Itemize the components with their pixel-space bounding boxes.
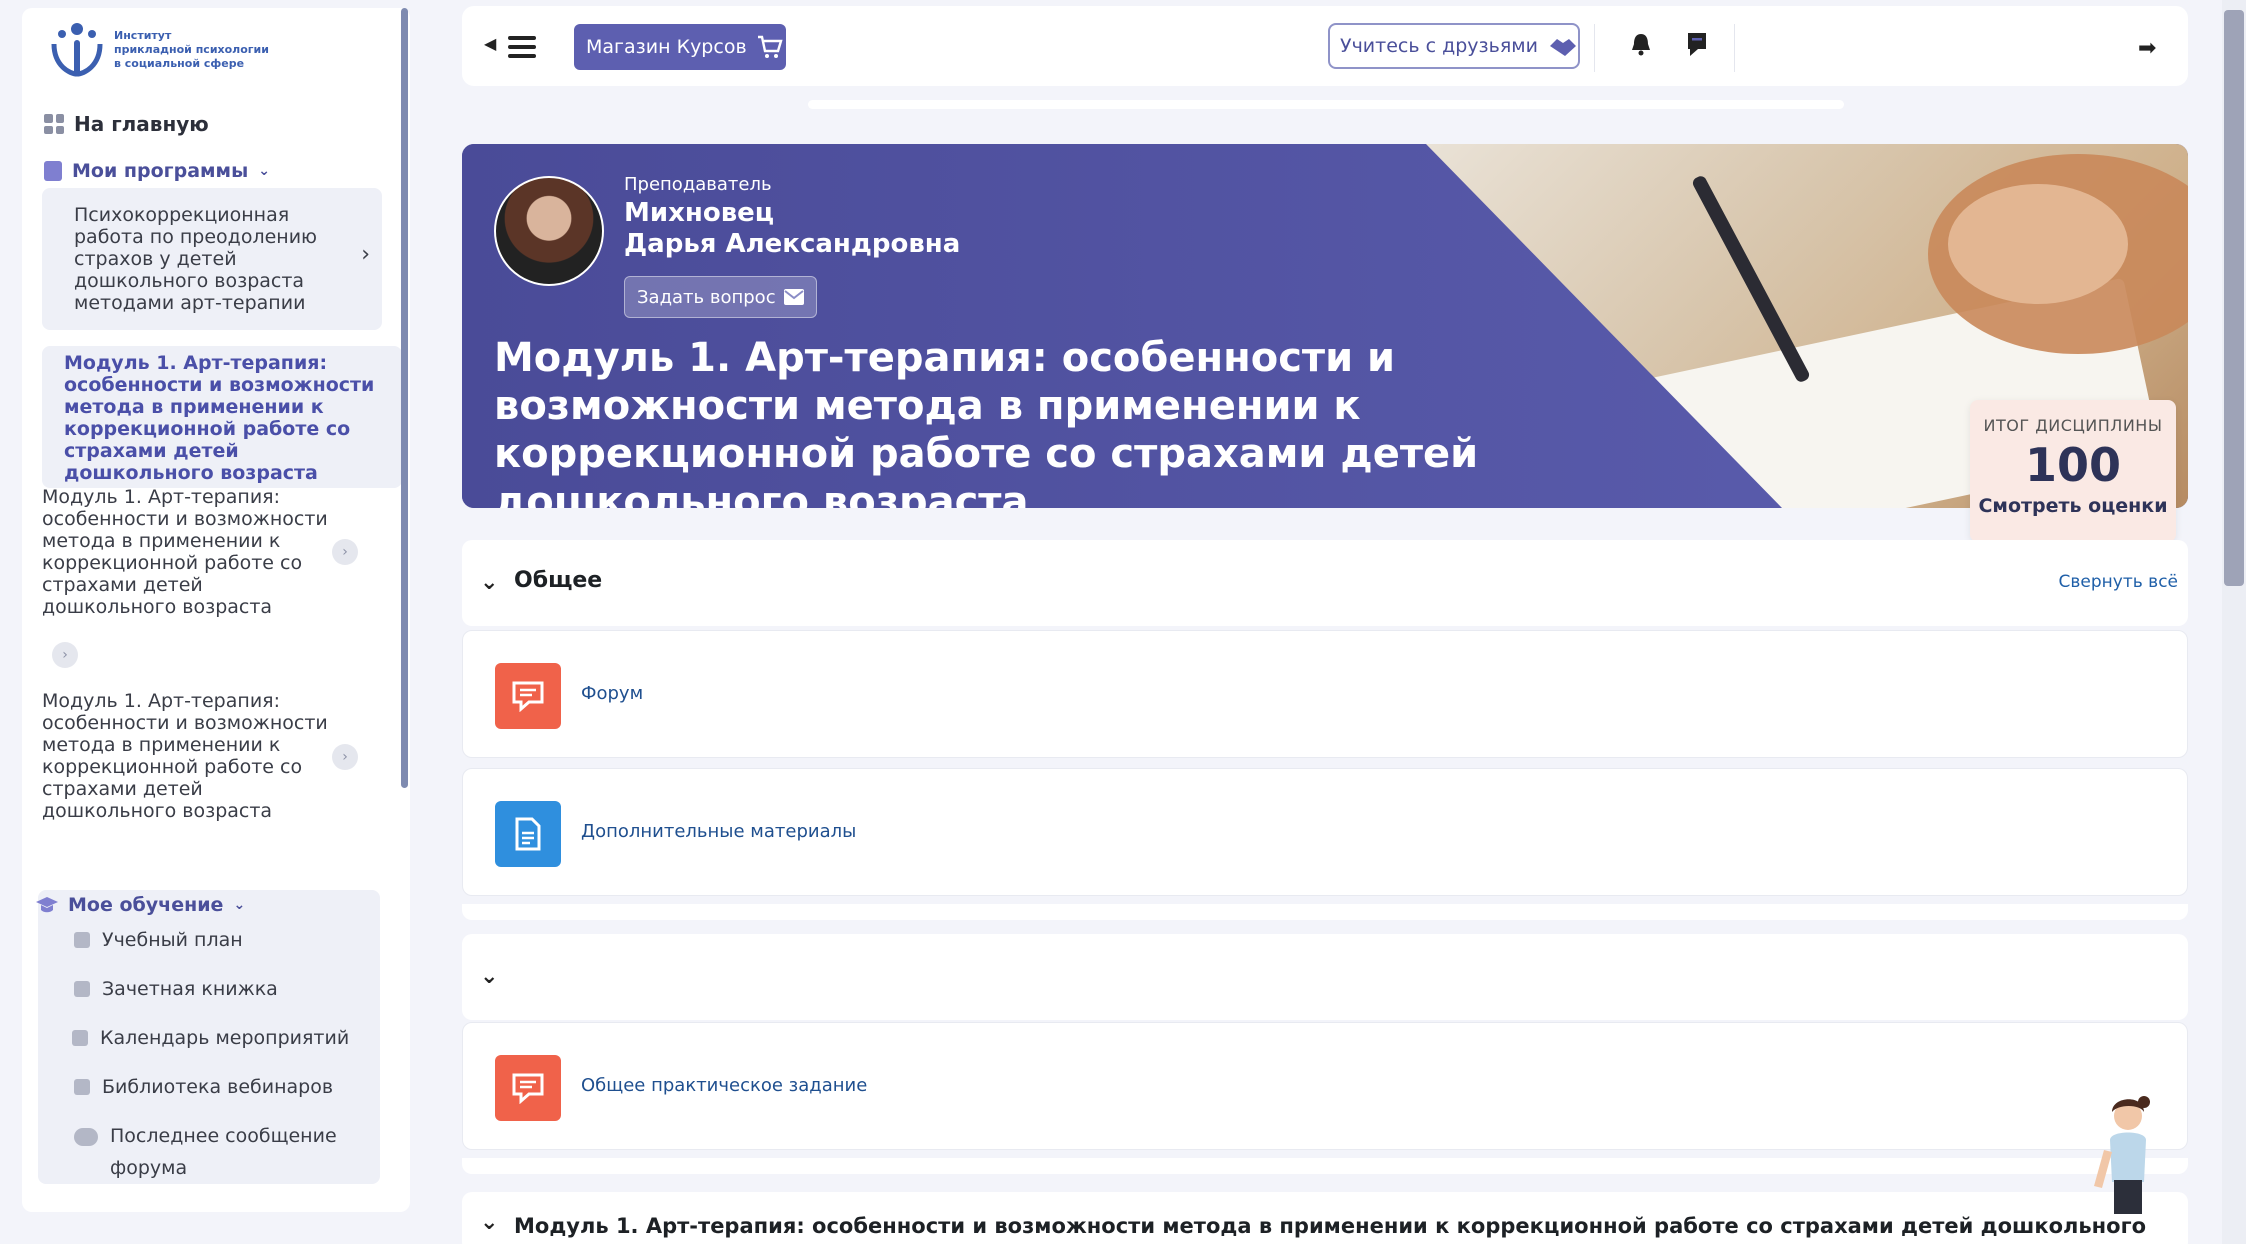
expand-module-button[interactable]: › [52,642,78,668]
activity-forum[interactable]: Форум [462,630,2188,758]
module-item-active[interactable]: Модуль 1. Арт-терапия: особенности и воз… [42,346,402,488]
discipline-grade-card[interactable]: ИТОГ ДИСЦИПЛИНЫ 100 Смотреть оценки [1970,400,2176,542]
progress-track [808,100,1844,109]
nav-home-label: На главную [74,112,209,136]
my-learning-panel: Мое обучение ⌄ Учебный план Зачетная кни… [36,890,380,1184]
section-footer [462,904,2188,920]
section-footer [462,1158,2188,1174]
webinar-library-icon [74,1079,90,1095]
nav-home-link[interactable]: На главную [44,112,209,136]
handshake-icon [1549,39,1576,56]
graduation-cap-icon [36,897,58,913]
collapse-sidebar-icon[interactable]: ◀ [484,34,496,53]
learning-item-plan[interactable]: Учебный план [74,924,243,956]
book-icon [44,161,62,181]
assistant-character-icon[interactable] [2090,1090,2160,1220]
ask-question-button[interactable]: Задать вопрос [624,276,817,318]
module-item-label: Модуль 1. Арт-терапия: особенности и воз… [42,690,328,822]
learn-with-friends-button[interactable]: Учитесь с друзьями [1328,23,1580,69]
module-active-label: Модуль 1. Арт-терапия: особенности и воз… [64,352,375,484]
logo-line: в социальной сфере [114,57,245,70]
section-general-title: Общее [514,568,603,593]
separator [1594,24,1595,72]
cart-icon [757,35,783,58]
collapse-all-link[interactable]: Свернуть всё [2059,572,2178,592]
logo-line: прикладной психологии [114,43,269,56]
course-shop-label: Магазин Курсов [586,36,747,58]
logo-text: Институт прикладной психологии в социаль… [114,29,269,71]
logo-icon [51,23,103,77]
plan-icon [74,932,90,948]
grade-value: 100 [2024,438,2122,492]
my-learning-label: Мое обучение [68,894,224,916]
my-learning-toggle[interactable]: Мое обучение ⌄ [36,894,245,916]
activity-materials-link[interactable]: Дополнительные материалы [581,821,856,842]
chat-icon [74,1128,98,1146]
gradebook-icon [74,981,90,997]
my-programs-toggle[interactable]: Мои программы ⌄ [44,160,270,182]
view-grades-link[interactable]: Смотреть оценки [1970,495,2176,517]
program-card-label: Психокоррекционная работа по преодолению… [74,204,318,314]
document-icon [495,801,561,867]
menu-icon[interactable] [508,36,536,58]
grade-label: ИТОГ ДИСЦИПЛИНЫ [1983,416,2163,435]
chevron-down-icon[interactable]: ⌄ [480,570,498,595]
section-general-header[interactable]: ⌄ Общее Свернуть всё [462,540,2188,626]
teacher-avatar [494,176,604,286]
learning-item-forum-message[interactable]: Последнее сообщение форума [74,1120,364,1184]
sidebar-scrollbar[interactable] [401,8,408,788]
module-item[interactable]: Модуль 1. Арт-терапия: особенности и воз… [42,486,332,618]
teacher-name: Михновец Дарья Александровна [624,198,960,260]
page-scrollbar-thumb[interactable] [2224,10,2244,586]
learn-with-friends-label: Учитесь с друзьями [1340,35,1538,57]
learning-item-label: Библиотека вебинаров [102,1076,334,1098]
learning-item-calendar[interactable]: Календарь мероприятий [72,1022,349,1054]
chevron-down-icon: ⌄ [233,897,246,913]
assignment-icon [495,1055,561,1121]
bell-icon[interactable] [1630,32,1652,56]
learning-item-label: Учебный план [102,929,243,951]
program-card[interactable]: Психокоррекционная работа по преодолению… [42,188,382,330]
expand-module-button[interactable]: › [332,539,358,565]
logout-icon[interactable]: ➡ [2138,36,2156,61]
section-unnamed-header[interactable]: ⌄ [462,934,2188,1020]
message-icon[interactable] [1686,31,1708,57]
teacher-role: Преподаватель [624,174,772,195]
module-item[interactable]: Модуль 1. Арт-терапия: особенности и воз… [42,690,332,822]
chevron-down-icon[interactable]: ⌄ [480,1210,498,1235]
expand-module-button[interactable]: › [332,744,358,770]
chevron-down-icon: ⌄ [258,163,270,179]
activity-practical[interactable]: Общее практическое задание [462,1022,2188,1150]
activity-practical-link[interactable]: Общее практическое задание [581,1075,867,1096]
course-shop-button[interactable]: Магазин Курсов [574,24,786,70]
learning-item-webinars[interactable]: Библиотека вебинаров [74,1071,333,1103]
top-bar: ◀ Магазин Курсов Учитесь с друзьями ➡ [462,6,2188,86]
logo-line: Институт [114,29,172,42]
separator [1734,24,1735,72]
forum-icon [495,663,561,729]
learning-item-label: Последнее сообщение форума [110,1125,337,1179]
course-hero-banner: Преподаватель Михновец Дарья Александров… [462,144,2188,508]
my-programs-label: Мои программы [72,160,249,182]
module-item-label: Модуль 1. Арт-терапия: особенности и воз… [42,486,328,618]
module-title: Модуль 1. Арт-терапия: особенности и воз… [494,335,1479,508]
ask-question-label: Задать вопрос [637,286,776,308]
section-module-header[interactable]: ⌄ Модуль 1. Арт-терапия: особенности и в… [462,1192,2188,1244]
learning-item-label: Зачетная книжка [102,978,278,1000]
learning-item-label: Календарь мероприятий [100,1027,350,1049]
calendar-icon [72,1030,88,1046]
chevron-right-icon: › [361,242,370,267]
learning-item-gradebook[interactable]: Зачетная книжка [74,973,278,1005]
envelope-icon [783,289,804,305]
institute-logo[interactable]: Институт прикладной психологии в социаль… [48,20,269,80]
teacher-surname: Михновец [624,198,775,228]
dashboard-icon [44,114,64,134]
activity-forum-link[interactable]: Форум [581,683,643,704]
teacher-first-name: Дарья Александровна [624,229,961,259]
chevron-down-icon[interactable]: ⌄ [480,964,498,989]
section-module-title: Модуль 1. Арт-терапия: особенности и воз… [514,1214,2147,1244]
activity-materials[interactable]: Дополнительные материалы [462,768,2188,896]
